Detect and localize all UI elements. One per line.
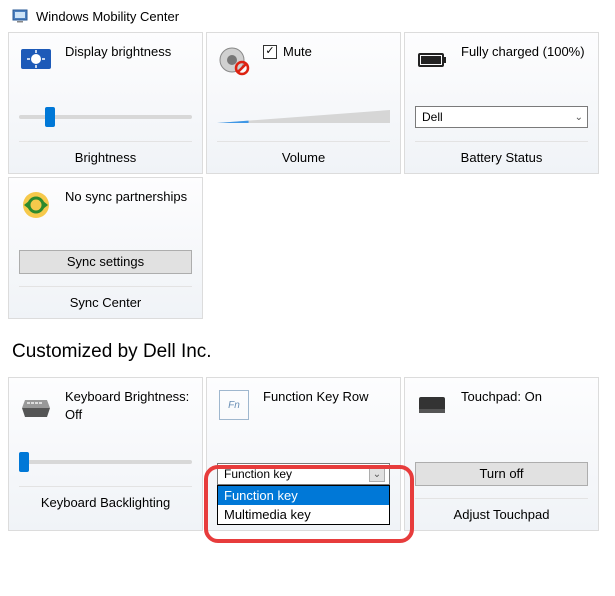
dropdown-option-multimedia-key[interactable]: Multimedia key bbox=[218, 505, 389, 524]
titlebar: Windows Mobility Center bbox=[0, 0, 615, 32]
fn-row-select[interactable]: Function key ⌄ bbox=[217, 463, 390, 485]
sync-label: No sync partnerships bbox=[65, 188, 187, 206]
touchpad-label: Touchpad: On bbox=[461, 388, 542, 406]
brightness-icon bbox=[19, 43, 53, 77]
brightness-label: Display brightness bbox=[65, 43, 171, 61]
keyboard-label: Keyboard Brightness: Off bbox=[65, 388, 192, 423]
mute-label: Mute bbox=[283, 43, 312, 61]
touchpad-footer: Adjust Touchpad bbox=[415, 498, 588, 530]
mute-checkbox[interactable]: ✓ bbox=[263, 45, 277, 59]
fn-key-icon: Fn bbox=[217, 388, 251, 422]
custom-grid: Keyboard Brightness: Off Keyboard Backli… bbox=[0, 377, 615, 531]
window-title: Windows Mobility Center bbox=[36, 9, 179, 24]
sync-footer: Sync Center bbox=[19, 286, 192, 318]
tile-touchpad: Touchpad: On Turn off Adjust Touchpad bbox=[404, 377, 599, 531]
power-plan-value: Dell bbox=[422, 110, 443, 124]
fn-row-dropdown: Function key Multimedia key bbox=[217, 485, 390, 525]
sync-settings-button[interactable]: Sync settings bbox=[19, 250, 192, 274]
touchpad-icon bbox=[415, 388, 449, 422]
volume-footer: Volume bbox=[217, 141, 390, 173]
tile-battery: Fully charged (100%) Dell ⌄ Battery Stat… bbox=[404, 32, 599, 174]
tile-fn-row: Fn Function Key Row Function key ⌄ Funct… bbox=[206, 377, 401, 531]
fn-row-label: Function Key Row bbox=[263, 388, 369, 406]
power-plan-select[interactable]: Dell ⌄ bbox=[415, 106, 588, 128]
brightness-footer: Brightness bbox=[19, 141, 192, 173]
mobility-grid: Display brightness Brightness ✓ Mute bbox=[0, 32, 615, 319]
chevron-down-icon: ⌄ bbox=[369, 466, 385, 482]
speaker-muted-icon bbox=[217, 43, 251, 77]
keyboard-icon bbox=[19, 388, 53, 422]
tile-volume: ✓ Mute Volume bbox=[206, 32, 401, 174]
brightness-slider[interactable] bbox=[19, 115, 192, 119]
keyboard-brightness-slider[interactable] bbox=[19, 460, 192, 464]
tile-sync: No sync partnerships Sync settings Sync … bbox=[8, 177, 203, 319]
tile-brightness: Display brightness Brightness bbox=[8, 32, 203, 174]
sync-icon bbox=[19, 188, 53, 222]
volume-slider[interactable] bbox=[217, 108, 390, 126]
mobility-center-icon bbox=[12, 8, 28, 24]
fn-row-select-value: Function key bbox=[224, 467, 292, 481]
battery-footer: Battery Status bbox=[415, 141, 588, 173]
touchpad-turnoff-button[interactable]: Turn off bbox=[415, 462, 588, 486]
tile-keyboard-backlight: Keyboard Brightness: Off Keyboard Backli… bbox=[8, 377, 203, 531]
dropdown-option-function-key[interactable]: Function key bbox=[218, 486, 389, 505]
battery-icon bbox=[415, 43, 449, 77]
customized-heading: Customized by Dell Inc. bbox=[0, 319, 615, 377]
chevron-down-icon: ⌄ bbox=[575, 112, 583, 123]
battery-label: Fully charged (100%) bbox=[461, 43, 585, 61]
keyboard-footer: Keyboard Backlighting bbox=[19, 486, 192, 518]
